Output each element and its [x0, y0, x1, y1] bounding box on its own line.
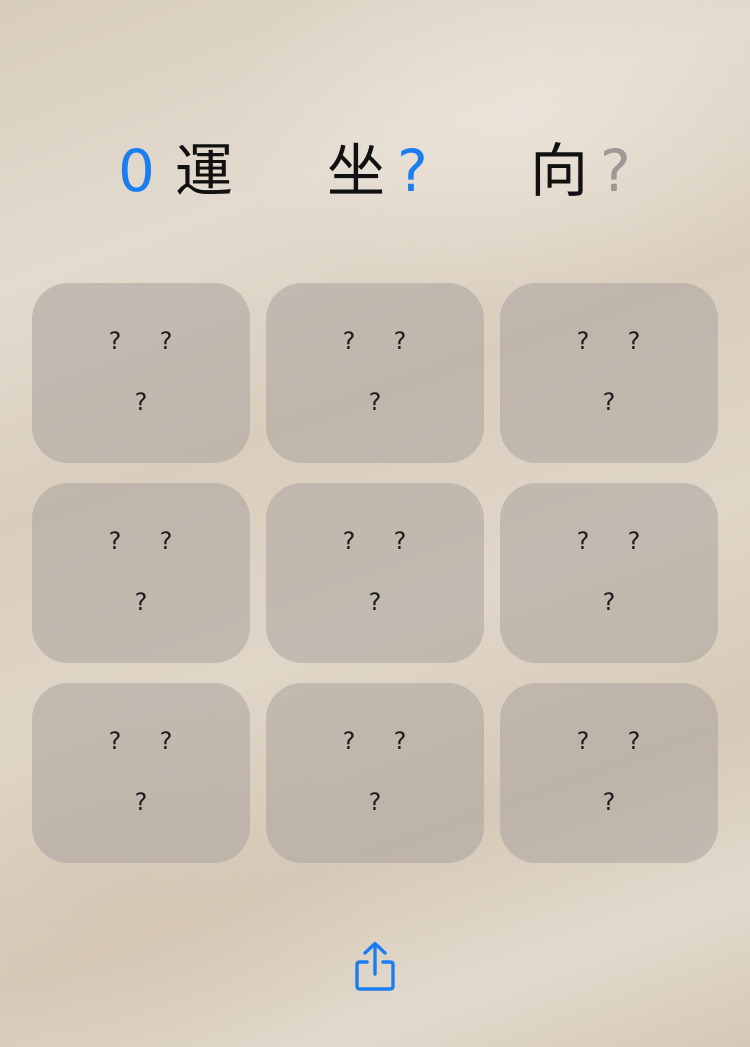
cell-mark-top-left: ?	[576, 327, 590, 355]
cell-mark-top-right: ?	[393, 327, 407, 355]
cell-mark-top-right: ?	[627, 327, 641, 355]
cell-mark-bottom: ?	[368, 388, 382, 416]
cell-mark-top-left: ?	[342, 527, 356, 555]
share-button[interactable]	[350, 940, 400, 996]
stat-facing-value: ?	[600, 137, 631, 205]
grid-cell-7[interactable]: ? ? ?	[32, 683, 250, 863]
palace-grid: ? ? ? ? ? ? ? ? ? ? ? ? ? ? ? ? ? ? ? ? …	[32, 283, 718, 863]
grid-cell-3[interactable]: ? ? ?	[500, 283, 718, 463]
cell-mark-top-left: ?	[108, 327, 122, 355]
cell-mark-bottom: ?	[368, 588, 382, 616]
cell-mark-top-right: ?	[393, 527, 407, 555]
grid-cell-1[interactable]: ? ? ?	[32, 283, 250, 463]
stat-facing-label: 向	[530, 137, 589, 205]
cell-mark-top-right: ?	[159, 327, 173, 355]
cell-mark-top-left: ?	[108, 527, 122, 555]
cell-mark-top-right: ?	[627, 527, 641, 555]
grid-cell-8[interactable]: ? ? ?	[266, 683, 484, 863]
cell-mark-bottom: ?	[134, 788, 148, 816]
header: 0 運 坐 ? 向 ?	[0, 136, 750, 206]
stat-sitting: 坐 ?	[327, 136, 428, 206]
cell-mark-top-left: ?	[108, 727, 122, 755]
stat-fortune: 0 運	[118, 136, 233, 206]
cell-mark-top-right: ?	[159, 527, 173, 555]
cell-mark-bottom: ?	[602, 588, 616, 616]
cell-mark-top-right: ?	[627, 727, 641, 755]
cell-mark-bottom: ?	[368, 788, 382, 816]
cell-mark-bottom: ?	[134, 388, 148, 416]
cell-mark-top-right: ?	[159, 727, 173, 755]
cell-mark-top-left: ?	[576, 527, 590, 555]
stat-fortune-label: 運	[174, 137, 233, 205]
cell-mark-top-left: ?	[576, 727, 590, 755]
share-icon	[355, 941, 395, 991]
cell-mark-bottom: ?	[602, 388, 616, 416]
grid-cell-2[interactable]: ? ? ?	[266, 283, 484, 463]
grid-cell-9[interactable]: ? ? ?	[500, 683, 718, 863]
cell-mark-bottom: ?	[602, 788, 616, 816]
cell-mark-top-left: ?	[342, 727, 356, 755]
stat-fortune-value: 0	[118, 137, 155, 205]
grid-cell-5[interactable]: ? ? ?	[266, 483, 484, 663]
cell-mark-top-right: ?	[393, 727, 407, 755]
grid-cell-4[interactable]: ? ? ?	[32, 483, 250, 663]
stat-sitting-label: 坐	[327, 137, 386, 205]
cell-mark-top-left: ?	[342, 327, 356, 355]
grid-cell-6[interactable]: ? ? ?	[500, 483, 718, 663]
cell-mark-bottom: ?	[134, 588, 148, 616]
stat-facing: 向 ?	[530, 136, 631, 206]
stat-sitting-value: ?	[397, 137, 428, 205]
